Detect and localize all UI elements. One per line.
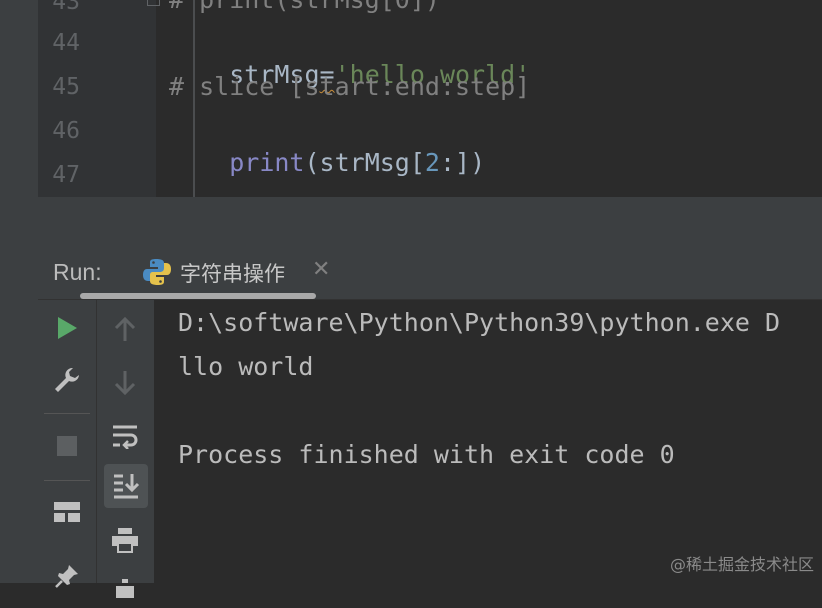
clear-button[interactable] (105, 568, 145, 608)
scroll-to-end-icon (114, 474, 140, 499)
layout-button[interactable] (47, 492, 87, 532)
run-tab-title: 字符串操作 (180, 262, 285, 286)
arrow-down-icon (114, 371, 136, 395)
soft-wrap-icon (113, 425, 138, 449)
soft-wrap-button[interactable] (105, 416, 145, 456)
run-label: Run: (53, 259, 102, 285)
run-tab[interactable]: 字符串操作 ✕ (138, 245, 353, 299)
code-text: :]) (439, 148, 486, 177)
fold-marker-icon[interactable] (147, 0, 160, 6)
trash-icon (116, 579, 134, 598)
code-editor[interactable]: 43 44 45 46 47 # print(strMsg[0]) strMsg… (38, 0, 822, 197)
run-toolwindow-header: Run: 字符串操作 ✕ (38, 245, 822, 300)
play-icon (58, 317, 77, 339)
pin-icon (55, 565, 78, 588)
watermark-text: @稀土掘金技术社区 (669, 555, 814, 574)
console-line: D:\software\Python\Python39\python.exe D (178, 308, 781, 337)
close-icon[interactable]: ✕ (312, 257, 330, 282)
stop-button[interactable] (47, 426, 87, 466)
toolbar-separator (44, 413, 90, 414)
code-text: (strMsg[ (304, 148, 425, 177)
run-toolbar-primary (38, 300, 97, 588)
print-button[interactable] (105, 520, 145, 560)
rerun-button[interactable] (47, 308, 87, 348)
wrench-icon (55, 368, 79, 392)
print-icon (112, 528, 138, 553)
run-toolbar-secondary (97, 300, 154, 598)
code-line[interactable]: print(strMsg[2:]) (169, 115, 485, 197)
line-number: 43 (52, 0, 80, 15)
arrow-up-icon (114, 317, 136, 341)
layout-icon (54, 502, 80, 522)
toolbar-separator (44, 480, 90, 481)
console-output[interactable]: D:\software\Python\Python39\python.exe D… (155, 300, 822, 583)
code-builtin: print (229, 148, 305, 177)
down-button[interactable] (105, 362, 145, 402)
pin-button[interactable] (47, 556, 87, 596)
python-icon (143, 259, 171, 285)
active-tab-indicator (80, 293, 316, 299)
console-line: llo world (178, 352, 314, 381)
up-button[interactable] (105, 310, 145, 350)
left-tool-strip (0, 0, 38, 583)
panel-divider[interactable] (38, 197, 822, 245)
line-number: 44 (52, 30, 80, 56)
line-number: 46 (52, 118, 80, 144)
scroll-to-end-button[interactable] (104, 464, 148, 508)
code-line[interactable]: # slice [start:end:step] (169, 71, 530, 103)
console-line: Process finished with exit code 0 (178, 440, 675, 469)
build-button[interactable] (47, 360, 87, 400)
line-number: 45 (52, 74, 80, 100)
line-number: 47 (52, 162, 80, 188)
code-line[interactable]: # print(strMsg[0]) (169, 0, 440, 16)
code-number: 2 (424, 148, 440, 177)
stop-icon (57, 436, 77, 456)
